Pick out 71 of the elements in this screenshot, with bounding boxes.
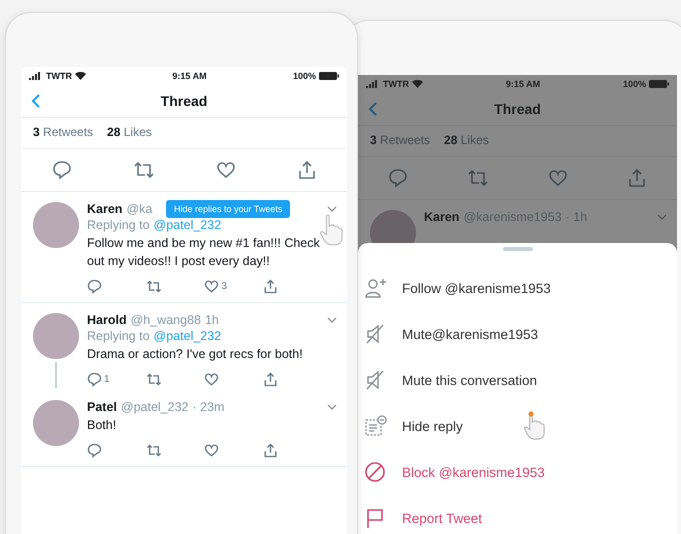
- replying-label: Replying to: [87, 329, 150, 343]
- heart-icon[interactable]: [204, 278, 220, 294]
- retweet-icon[interactable]: [466, 168, 489, 188]
- share-icon[interactable]: [262, 372, 278, 387]
- page-title: Thread: [160, 93, 208, 109]
- retweet-icon[interactable]: [132, 160, 154, 180]
- menu-item[interactable]: Block @karenisme1953: [358, 449, 677, 495]
- user-handle: @h_wang88: [130, 313, 201, 327]
- user-name[interactable]: Harold: [87, 313, 127, 327]
- chevron-down-icon[interactable]: [327, 206, 337, 212]
- tweet-time: · 23m: [192, 400, 224, 414]
- stat-count[interactable]: 3 Retweets: [33, 125, 94, 139]
- battery-percent: 100%: [292, 71, 316, 81]
- hand-cursor-icon: [523, 411, 545, 440]
- stat-count[interactable]: 28 Likes: [107, 125, 152, 139]
- chevron-down-icon[interactable]: [327, 404, 337, 410]
- signal-icon: [366, 80, 380, 88]
- carrier-label: TWTR: [383, 79, 409, 89]
- hide-reply-icon: [364, 415, 388, 437]
- user-name[interactable]: Karen: [87, 202, 122, 216]
- carrier-label: TWTR: [46, 71, 72, 81]
- share-icon[interactable]: [262, 442, 278, 458]
- drag-handle[interactable]: [502, 247, 532, 251]
- menu-item[interactable]: Follow @karenisme1953: [358, 265, 677, 311]
- battery-icon: [319, 72, 339, 80]
- chevron-down-icon[interactable]: [327, 317, 337, 323]
- heart-icon[interactable]: [204, 372, 220, 387]
- wifi-icon: [75, 72, 86, 80]
- tweet-text: Follow me and be my new #1 fan!!! Check out my videos!! I post every day!!: [87, 235, 321, 270]
- block-icon: [364, 461, 388, 483]
- battery-icon: [649, 80, 669, 88]
- tweet-text: Drama or action? I've got recs for both!: [87, 346, 304, 363]
- action-count: 3: [221, 280, 227, 292]
- heart-icon[interactable]: [216, 160, 236, 180]
- signal-icon: [29, 72, 43, 80]
- status-time: 9:15 AM: [506, 79, 540, 89]
- user-handle: @patel_232: [120, 400, 188, 414]
- share-icon[interactable]: [262, 278, 278, 294]
- action-count: 1: [104, 374, 110, 385]
- heart-icon[interactable]: [548, 168, 568, 188]
- battery-percent: 100%: [622, 79, 646, 89]
- menu-item[interactable]: Report Tweet: [358, 495, 677, 534]
- menu-item[interactable]: Mute@karenisme1953: [358, 311, 677, 357]
- reply-icon[interactable]: [87, 372, 102, 387]
- user-name[interactable]: Patel: [87, 400, 117, 414]
- stat-count[interactable]: 28 Likes: [444, 133, 489, 147]
- reply-icon[interactable]: [388, 168, 408, 188]
- share-icon[interactable]: [627, 168, 648, 188]
- user-name[interactable]: Karen: [424, 210, 460, 224]
- tweet-text: Both!: [87, 416, 118, 434]
- tweet-time: 1h: [204, 313, 219, 327]
- wifi-icon: [412, 80, 423, 88]
- menu-item[interactable]: Mute this conversation: [358, 357, 677, 403]
- back-icon[interactable]: [31, 93, 41, 109]
- stat-count[interactable]: 3 Retweets: [370, 133, 430, 147]
- retweet-icon[interactable]: [146, 442, 162, 458]
- add-user-icon: [364, 277, 388, 299]
- heart-icon[interactable]: [204, 442, 220, 458]
- tooltip: Hide replies to your Tweets: [166, 200, 290, 218]
- status-time: 9:15 AM: [172, 71, 207, 81]
- share-icon[interactable]: [296, 160, 316, 180]
- menu-item[interactable]: Hide reply: [358, 403, 677, 449]
- replying-label: Replying to: [87, 218, 150, 232]
- hand-cursor-icon: [319, 214, 343, 246]
- page-title: Thread: [494, 101, 541, 117]
- reply-icon[interactable]: [52, 160, 72, 180]
- reply-icon[interactable]: [87, 442, 102, 458]
- user-handle: @ka: [126, 202, 152, 216]
- retweet-icon[interactable]: [146, 372, 162, 387]
- reply-icon[interactable]: [87, 278, 102, 294]
- retweet-icon[interactable]: [146, 278, 162, 294]
